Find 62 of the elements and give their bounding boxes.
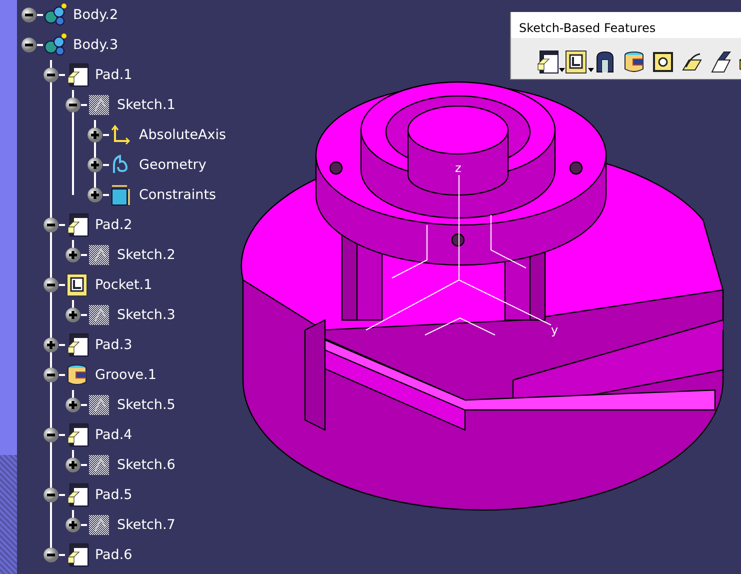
tree-toggle[interactable] [65, 247, 81, 263]
axis-icon [109, 123, 133, 147]
tree-toggle[interactable] [65, 397, 81, 413]
tree-toggle[interactable] [43, 427, 59, 443]
tree-toggle[interactable] [65, 97, 81, 113]
tree-item-label[interactable]: Pad.4 [95, 427, 132, 443]
sketch-icon [87, 93, 111, 117]
tree-toggle[interactable] [21, 7, 37, 23]
pocket-icon [564, 50, 588, 74]
tree-item-label[interactable]: Pocket.1 [95, 277, 152, 293]
tree-toggle[interactable] [87, 127, 103, 143]
tree-toggle[interactable] [43, 487, 59, 503]
tree-item-label[interactable]: Pad.5 [95, 487, 132, 503]
tree-item-label[interactable]: Sketch.6 [117, 457, 176, 473]
tree-item-label[interactable]: AbsoluteAxis [139, 127, 226, 143]
sketch-icon [87, 243, 111, 267]
tree-item-label[interactable]: Geometry [139, 157, 206, 173]
tree-toggle[interactable] [43, 547, 59, 563]
constraints-icon [109, 183, 133, 207]
tree-item-label[interactable]: Body.2 [73, 7, 118, 23]
pad-icon [65, 423, 89, 447]
sketch-icon [87, 393, 111, 417]
tree-item-label[interactable]: Pad.3 [95, 337, 132, 353]
tree-item-label[interactable]: Sketch.7 [117, 517, 176, 533]
sketch-icon [87, 303, 111, 327]
tree-toggle[interactable] [43, 277, 59, 293]
tree-item-label[interactable]: Pad.2 [95, 217, 132, 233]
pad-icon [65, 213, 89, 237]
tree-toggle[interactable] [43, 217, 59, 233]
tree-toggle[interactable] [87, 157, 103, 173]
toolbar-title: Sketch-Based Features [511, 12, 741, 38]
tree-item-label[interactable]: Body.3 [73, 37, 118, 53]
tree-toggle[interactable] [65, 517, 81, 533]
tree-toggle[interactable] [87, 187, 103, 203]
pad-icon [65, 483, 89, 507]
sketch-icon [87, 453, 111, 477]
tree-toggle[interactable] [43, 67, 59, 83]
tree-toggle[interactable] [43, 367, 59, 383]
tree-item-label[interactable]: Groove.1 [95, 367, 156, 383]
body-icon [43, 33, 67, 57]
hole-icon [651, 50, 675, 74]
tree-item-label[interactable]: Sketch.1 [117, 97, 176, 113]
tree-item-label[interactable]: Pad.6 [95, 547, 132, 563]
groove-icon [622, 50, 646, 74]
pad-icon [65, 63, 89, 87]
tree-toggle[interactable] [43, 337, 59, 353]
tree-toggle[interactable] [65, 457, 81, 473]
tree-item-label[interactable]: Sketch.5 [117, 397, 176, 413]
pad-icon [535, 50, 559, 74]
pad-icon [65, 333, 89, 357]
tree-item-label[interactable]: Pad.1 [95, 67, 132, 83]
groove-icon [65, 363, 89, 387]
body-icon [43, 3, 67, 27]
sketch-icon [87, 513, 111, 537]
axis-label: z [455, 161, 462, 175]
tree-toggle[interactable] [65, 307, 81, 323]
tree-item-label[interactable]: Sketch.3 [117, 307, 176, 323]
pad-icon [65, 543, 89, 567]
axis-label: y [551, 323, 558, 337]
tree-item-label[interactable]: Sketch.2 [117, 247, 176, 263]
tree-toggle[interactable] [21, 37, 37, 53]
tree-item-label[interactable]: Constraints [139, 187, 216, 203]
